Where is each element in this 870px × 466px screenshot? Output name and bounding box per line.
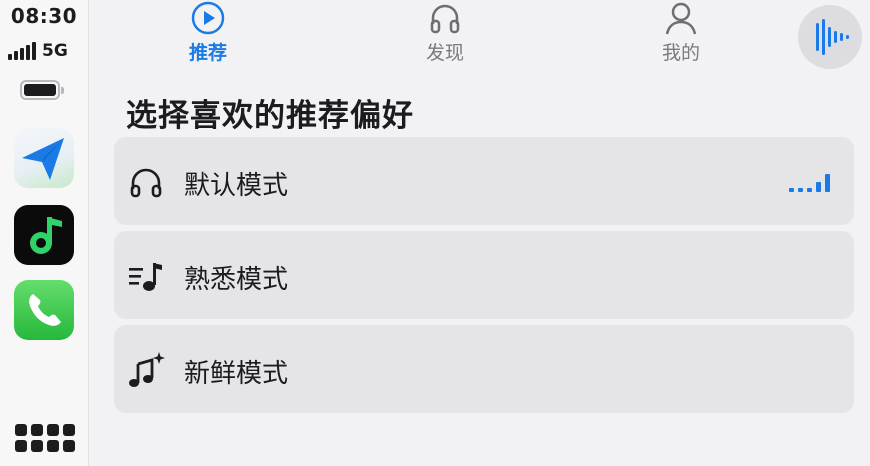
music-note-icon xyxy=(30,217,62,254)
person-icon xyxy=(665,2,697,35)
playlist-note-icon xyxy=(129,263,162,291)
mode-option-familiar[interactable]: 熟悉模式 xyxy=(114,231,854,319)
music-app-icon[interactable] xyxy=(14,205,74,265)
phone-handset-icon xyxy=(29,294,61,326)
headphones-icon xyxy=(430,4,460,34)
playing-level-icon xyxy=(789,174,830,192)
tab-recommend-label: 推荐 xyxy=(188,42,227,64)
headphones-icon xyxy=(130,168,162,198)
tab-mine[interactable]: 我的 xyxy=(621,0,741,65)
now-playing-button[interactable] xyxy=(798,5,862,69)
play-circle-icon xyxy=(191,1,225,35)
tab-discover-label: 发现 xyxy=(425,42,464,64)
mode-label: 默认模式 xyxy=(184,171,289,201)
paper-plane-icon xyxy=(22,138,64,180)
tab-recommend[interactable]: 推荐 xyxy=(148,0,268,65)
mode-option-default[interactable]: 默认模式 xyxy=(114,137,854,225)
status-time: 08:30 xyxy=(10,4,78,28)
phone-app-icon[interactable] xyxy=(14,280,74,340)
tab-discover[interactable]: 发现 xyxy=(385,0,505,65)
carplay-sidebar: 08:30 5G xyxy=(0,0,89,466)
note-sparkle-icon xyxy=(129,352,165,387)
cellular-status: 5G xyxy=(8,40,68,62)
mode-option-fresh[interactable]: 新鲜模式 xyxy=(114,325,854,413)
mode-label: 新鲜模式 xyxy=(184,359,289,389)
network-type: 5G xyxy=(42,41,68,61)
tab-mine-label: 我的 xyxy=(661,42,700,64)
waveform-icon xyxy=(816,19,849,55)
signal-bars-icon xyxy=(8,42,36,60)
page-title: 选择喜欢的推荐偏好 xyxy=(126,98,414,134)
app-grid-icon[interactable] xyxy=(15,424,75,456)
mode-label: 熟悉模式 xyxy=(184,265,289,295)
battery-icon xyxy=(20,80,64,100)
navigation-app-icon[interactable] xyxy=(14,128,74,188)
